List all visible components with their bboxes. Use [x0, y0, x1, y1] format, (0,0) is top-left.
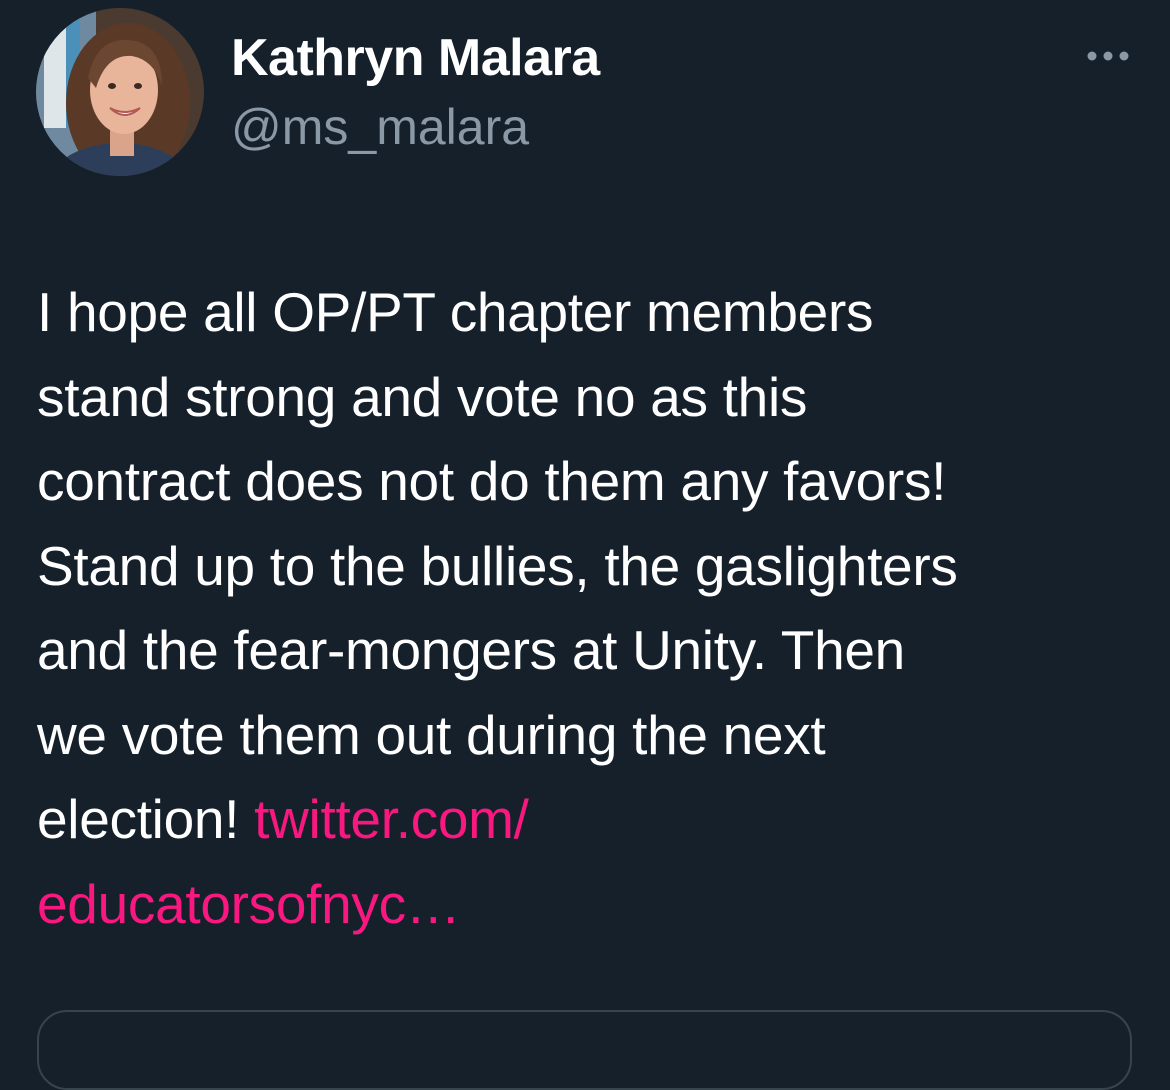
tweet-text-line-with-link: election! twitter.com/ [37, 777, 1137, 862]
tweet-text-line: I hope all OP/PT chapter members [37, 281, 874, 343]
tweet-text-line: contract does not do them any favors! [37, 450, 947, 512]
tweet-text-segment: election! [37, 788, 255, 850]
tweet-text-line: Stand up to the bullies, the gaslighters [37, 534, 958, 597]
avatar[interactable] [36, 8, 204, 176]
tweet-text: I hope all OP/PT chapter members stand s… [37, 270, 1137, 946]
author-handle[interactable]: @ms_malara [231, 98, 529, 156]
tweet-link-continued[interactable]: educatorsofnyc… [37, 873, 461, 935]
avatar-photo [36, 8, 204, 176]
tweet-text-line: and the fear-mongers at Unity. Then [37, 619, 905, 681]
author-name[interactable]: Kathryn Malara [231, 28, 600, 88]
quoted-tweet-card[interactable] [37, 1010, 1132, 1090]
tweet-link[interactable]: twitter.com/ [254, 788, 529, 850]
tweet: Kathryn Malara @ms_malara I hope all OP/… [0, 0, 1170, 1090]
tweet-text-line: stand strong and vote no as this [37, 365, 808, 428]
tweet-text-line: we vote them out during the next [37, 703, 826, 766]
more-options-button[interactable] [1080, 42, 1136, 70]
tweet-link-line: educatorsofnyc… [37, 862, 1137, 947]
more-horizontal-icon [1087, 51, 1129, 61]
